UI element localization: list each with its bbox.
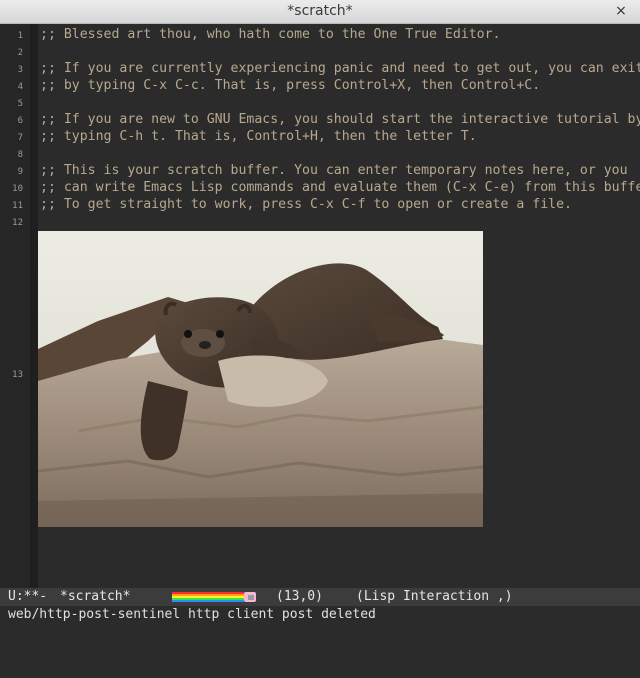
window-title: *scratch* [287, 3, 353, 19]
line-number: 8 [17, 150, 23, 160]
line-number: 10 [12, 184, 23, 194]
major-mode[interactable]: (Lisp Interaction ,) [356, 589, 513, 604]
code-line[interactable]: ;; Blessed art thou, who hath come to th… [40, 26, 501, 43]
title-bar: *scratch* × [0, 0, 640, 24]
nyan-cat-icon [172, 592, 256, 602]
line-number-gutter: 1 2 3 4 5 6 7 8 9 10 11 12 13 [0, 24, 30, 588]
left-fringe [30, 24, 38, 588]
buffer-name[interactable]: *scratch* [60, 589, 130, 604]
code-line[interactable]: ;; If you are currently experiencing pan… [40, 60, 640, 77]
code-line[interactable]: ;; To get straight to work, press C-x C-… [40, 196, 572, 213]
cursor-position: (13,0) [276, 589, 323, 604]
line-number: 7 [17, 133, 23, 143]
line-number: 3 [17, 65, 23, 75]
line-number: 2 [17, 48, 23, 58]
otter-image [38, 231, 483, 527]
code-line[interactable]: ;; typing C-h t. That is, Control+H, the… [40, 128, 477, 145]
echo-message: web/http-post-sentinel http client post … [8, 607, 376, 622]
line-number: 12 [12, 218, 23, 228]
line-number: 1 [17, 31, 23, 41]
mode-line: U:**- *scratch* (13,0) (Lisp Interaction… [0, 588, 640, 606]
code-line[interactable]: ;; by typing C-x C-c. That is, press Con… [40, 77, 540, 94]
line-number: 5 [17, 99, 23, 109]
echo-area: web/http-post-sentinel http client post … [0, 606, 640, 624]
buffer-state: U:**- [8, 589, 48, 604]
editor-frame[interactable]: 1 2 3 4 5 6 7 8 9 10 11 12 13 ;; Blessed… [0, 24, 640, 588]
code-line[interactable]: ;; can write Emacs Lisp commands and eva… [40, 179, 640, 196]
line-number: 4 [17, 82, 23, 92]
code-line[interactable]: ;; If you are new to GNU Emacs, you shou… [40, 111, 640, 128]
code-line[interactable]: ;; This is your scratch buffer. You can … [40, 162, 628, 179]
line-number: 13 [12, 370, 23, 380]
line-number: 6 [17, 116, 23, 126]
line-number: 9 [17, 167, 23, 177]
line-number: 11 [12, 201, 23, 211]
close-button[interactable]: × [612, 2, 630, 20]
